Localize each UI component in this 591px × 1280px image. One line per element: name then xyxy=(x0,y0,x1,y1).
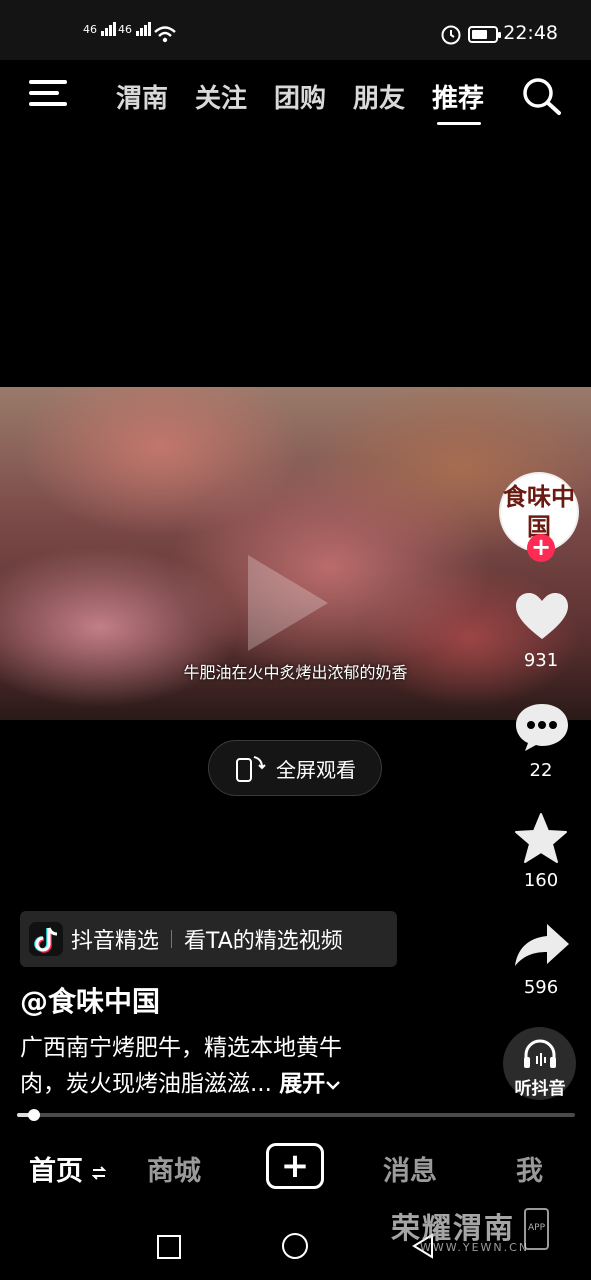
badge-action-label: 看TA的精选视频 xyxy=(184,929,343,954)
favorite-star-icon[interactable] xyxy=(513,812,569,866)
signal-bars-icon xyxy=(135,22,152,36)
video-progress-track[interactable] xyxy=(17,1113,575,1117)
recent-apps-icon[interactable] xyxy=(155,1233,183,1261)
signal-bars-icon xyxy=(100,22,117,36)
wifi-icon xyxy=(154,26,176,43)
description-line-2: 肉，炭火现烤油脂滋滋... 展开 xyxy=(20,1066,420,1102)
bottom-tab-home[interactable]: 首页 xyxy=(29,1149,107,1188)
home-circle-icon[interactable] xyxy=(280,1231,310,1261)
plus-icon: + xyxy=(280,1146,310,1186)
headphones-icon xyxy=(524,1039,556,1068)
like-count: 931 xyxy=(523,650,559,671)
switch-arrows-icon xyxy=(91,1165,107,1180)
rotate-screen-icon xyxy=(236,756,266,782)
signal-indicator-1: 46 xyxy=(83,22,117,36)
description-line-1: 广西南宁烤肥牛，精选本地黄牛 xyxy=(20,1035,342,1061)
douyin-selection-badge[interactable]: 抖音精选 看TA的精选视频 xyxy=(20,911,397,967)
expand-button[interactable]: 展开 xyxy=(279,1071,341,1097)
share-count: 596 xyxy=(523,977,559,998)
tab-weinan[interactable]: 渭南 xyxy=(116,78,168,115)
tab-friends[interactable]: 朋友 xyxy=(353,78,405,115)
douyin-logo-icon xyxy=(29,922,63,956)
chevron-down-icon xyxy=(326,1080,341,1090)
bottom-tab-messages[interactable]: 消息 xyxy=(383,1149,437,1188)
expand-label: 展开 xyxy=(279,1071,326,1097)
network-type-2: 46 xyxy=(118,23,132,36)
tab-recommend[interactable]: 推荐 xyxy=(432,78,484,115)
like-heart-icon[interactable] xyxy=(515,592,569,642)
description-line-2-text: 肉，炭火现烤油脂滋滋... xyxy=(20,1071,272,1097)
menu-icon[interactable] xyxy=(29,78,69,108)
clock-time: 22:48 xyxy=(503,22,558,44)
follow-plus-icon[interactable]: + xyxy=(527,534,555,562)
tab-group-buy[interactable]: 团购 xyxy=(274,78,326,115)
video-progress-handle[interactable] xyxy=(27,1109,40,1121)
active-tab-indicator xyxy=(437,122,481,125)
network-type-1: 46 xyxy=(83,23,97,36)
clock-alarm-icon xyxy=(441,25,461,45)
home-label: 首页 xyxy=(29,1156,83,1187)
listen-label[interactable]: 听抖音 xyxy=(497,1074,583,1099)
bottom-tab-mall[interactable]: 商城 xyxy=(147,1149,201,1188)
comment-count: 22 xyxy=(529,760,553,781)
badge-brand-label: 抖音精选 xyxy=(71,929,160,954)
watermark-url: WWW.YEWN.CN xyxy=(420,1241,530,1254)
fullscreen-label: 全屏观看 xyxy=(276,757,356,782)
play-icon[interactable] xyxy=(248,555,328,651)
signal-indicator-2: 46 xyxy=(118,22,152,36)
watermark-app-icon: APP xyxy=(524,1208,549,1250)
create-post-button[interactable]: + xyxy=(266,1143,324,1189)
video-description: 广西南宁烤肥牛，精选本地黄牛 肉，炭火现烤油脂滋滋... 展开 xyxy=(20,1030,420,1102)
comment-icon[interactable] xyxy=(514,702,570,752)
fullscreen-button[interactable]: 全屏观看 xyxy=(208,740,382,796)
favorite-count: 160 xyxy=(523,870,559,891)
tab-following[interactable]: 关注 xyxy=(195,78,247,115)
search-icon[interactable] xyxy=(521,76,563,116)
bottom-tab-me[interactable]: 我 xyxy=(516,1149,543,1188)
author-name[interactable]: @食味中国 xyxy=(20,980,160,1020)
badge-divider xyxy=(171,930,173,948)
share-arrow-icon[interactable] xyxy=(513,922,571,968)
battery-icon xyxy=(468,26,501,43)
